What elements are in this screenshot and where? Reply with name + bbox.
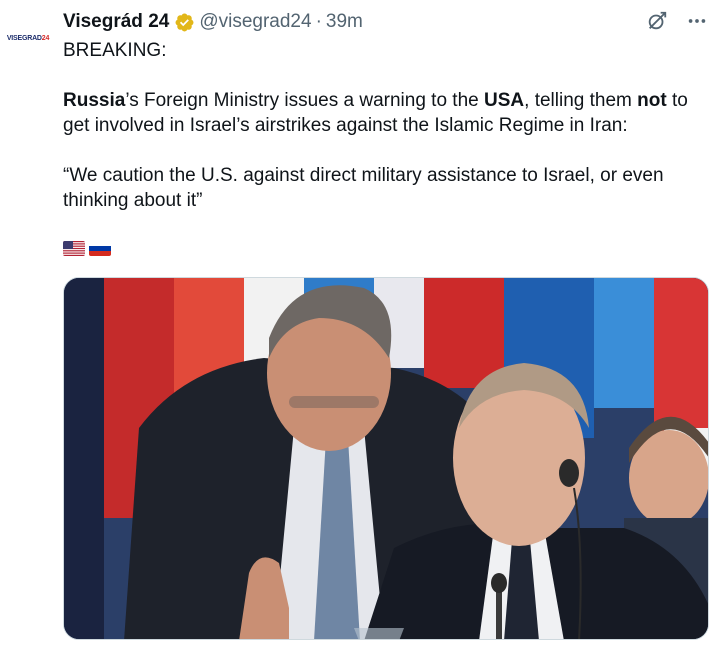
verified-badge-icon[interactable]	[174, 12, 195, 33]
avatar-logo-text: VISEGRAD24	[6, 34, 50, 42]
photo-illustration	[64, 278, 708, 639]
tweet-actions	[646, 10, 708, 32]
tweet-line-breaking: BREAKING:	[63, 40, 167, 61]
account-handle[interactable]: @visegrad24	[199, 11, 311, 33]
account-name[interactable]: Visegrád 24	[63, 11, 169, 33]
bold-usa: USA	[484, 90, 525, 111]
grok-icon[interactable]	[646, 10, 668, 32]
bold-not: not	[637, 90, 667, 111]
tweet-text: BREAKING: Russia’s Foreign Ministry issu…	[63, 38, 703, 213]
russia-flag-icon	[89, 241, 111, 256]
tweet-photo[interactable]	[63, 277, 709, 640]
tweet-header: Visegrád 24 @visegrad24 · 39m	[63, 10, 363, 34]
flag-emojis	[63, 241, 111, 256]
bold-russia: Russia	[63, 90, 126, 111]
avatar[interactable]: VISEGRAD24	[4, 14, 52, 62]
tweet-quote: “We caution the U.S. against direct mili…	[63, 165, 664, 211]
more-options-icon[interactable]	[686, 10, 708, 32]
separator-dot: ·	[315, 11, 322, 32]
timestamp[interactable]: 39m	[326, 11, 363, 33]
tweet-paragraph-warning: Russia’s Foreign Ministry issues a warni…	[63, 90, 688, 136]
tweet-card[interactable]: VISEGRAD24 Visegrád 24 @visegrad24 · 39m	[0, 0, 722, 647]
us-flag-icon	[63, 241, 85, 256]
